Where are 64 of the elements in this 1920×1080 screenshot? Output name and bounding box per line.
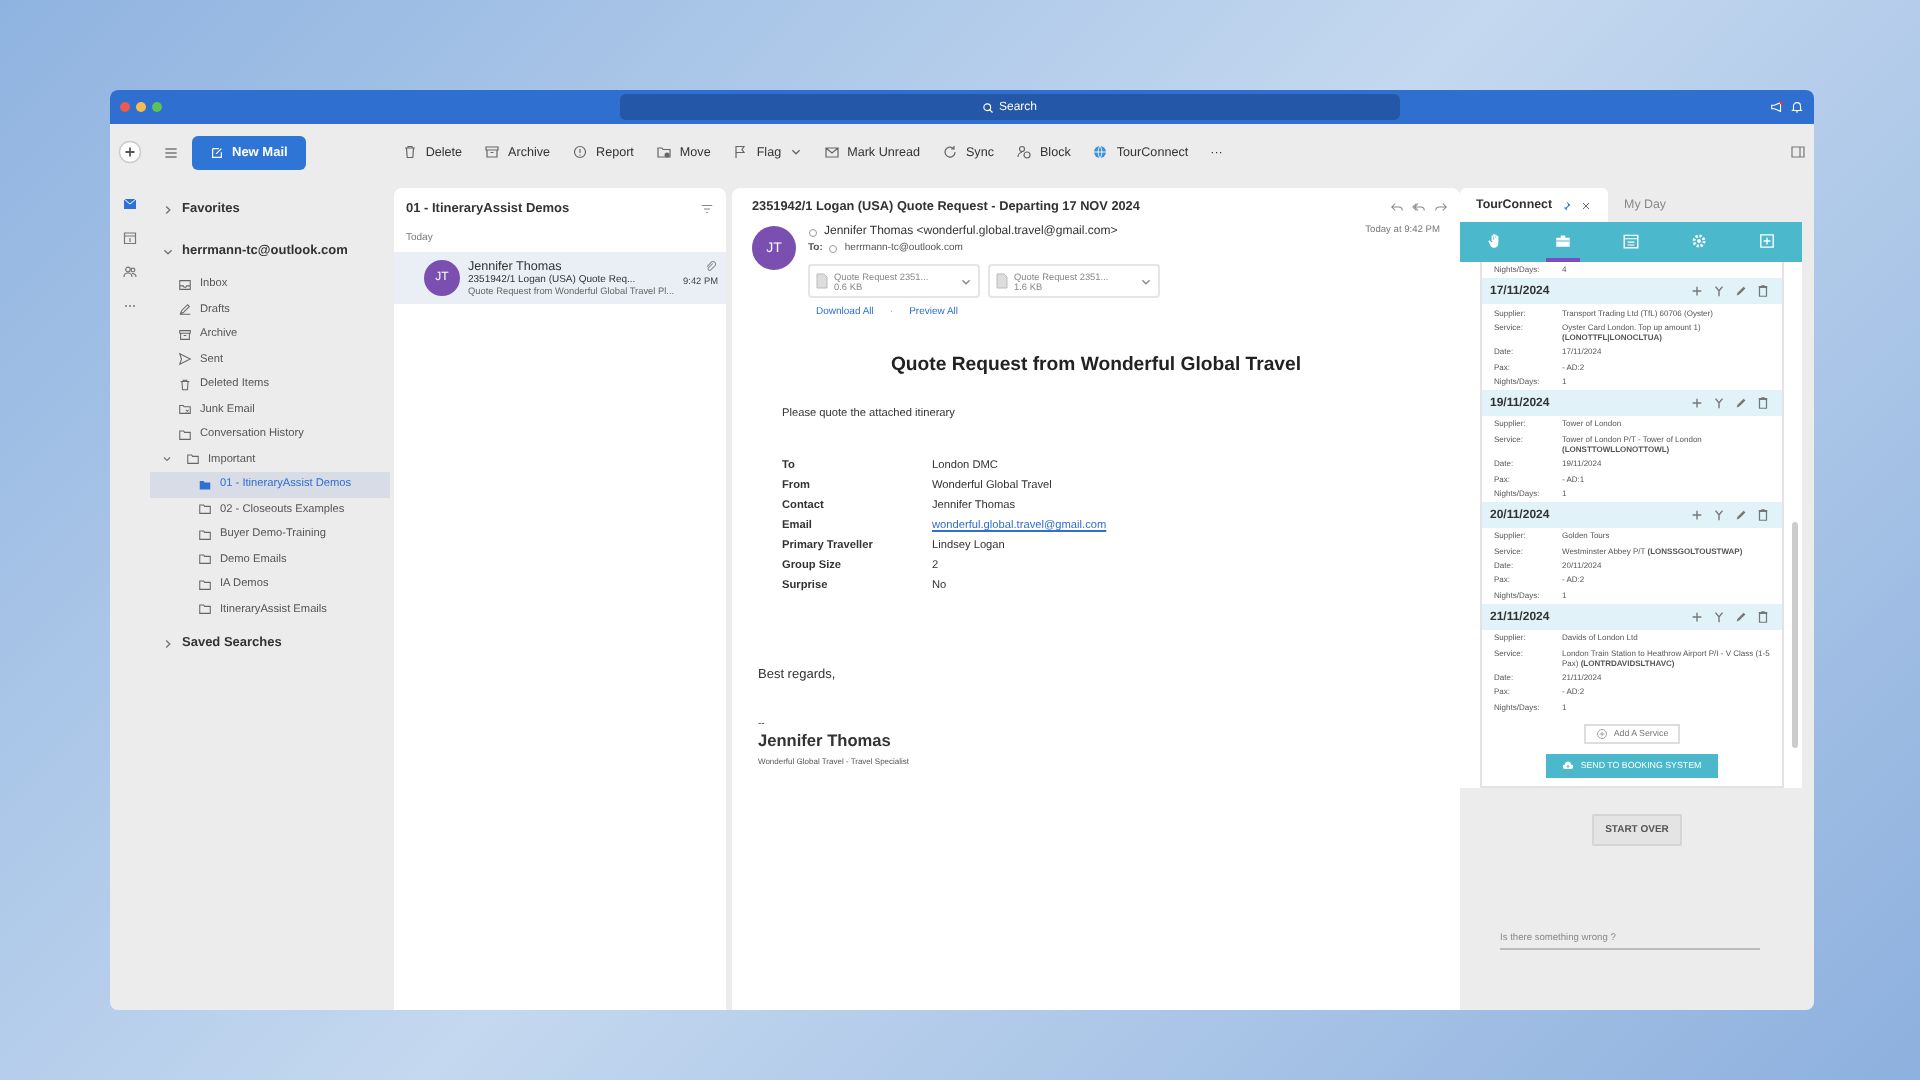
chevron-icon xyxy=(162,203,174,215)
globe-icon xyxy=(1092,144,1109,160)
pencil-icon[interactable] xyxy=(1734,610,1748,624)
signature-name: Jennifer Thomas xyxy=(758,730,893,750)
hand-icon xyxy=(1485,231,1504,249)
chevron-icon xyxy=(162,245,174,257)
branch-icon[interactable] xyxy=(1712,508,1726,523)
trash-icon xyxy=(178,377,192,392)
forward-icon[interactable] xyxy=(1434,200,1448,214)
pencil-icon[interactable] xyxy=(1734,396,1748,411)
people-icon[interactable] xyxy=(122,264,138,280)
reply-icon[interactable] xyxy=(1390,200,1404,214)
email-heading: Quote Request from Wonderful Global Travel xyxy=(888,354,1304,376)
mail-icon[interactable] xyxy=(122,196,138,212)
sync-icon xyxy=(941,144,958,160)
compose-icon xyxy=(210,145,224,159)
pencil-icon[interactable] xyxy=(1734,284,1748,299)
filter-icon[interactable] xyxy=(700,202,714,216)
info-circle-icon xyxy=(572,144,589,160)
search-icon xyxy=(982,101,995,113)
send-icon xyxy=(178,352,192,367)
person-block-icon xyxy=(1015,144,1032,160)
trash-icon xyxy=(401,144,418,160)
close-icon[interactable] xyxy=(1580,199,1593,211)
branch-icon[interactable] xyxy=(1712,396,1726,411)
briefcase-icon xyxy=(1553,231,1572,249)
folder-x-icon xyxy=(178,402,192,417)
chevron-icon xyxy=(162,454,172,465)
flag-icon xyxy=(732,144,749,160)
add-icon[interactable] xyxy=(118,140,142,164)
chevron-icon xyxy=(162,637,174,649)
bell-icon[interactable] xyxy=(1790,100,1804,114)
scrollbar[interactable] xyxy=(1792,522,1798,748)
reply-all-icon[interactable] xyxy=(1412,200,1426,214)
minimize-dot[interactable] xyxy=(136,102,146,112)
trash-icon[interactable] xyxy=(1756,610,1770,624)
status-circle-icon xyxy=(808,227,818,237)
pencil-icon[interactable] xyxy=(1734,508,1748,523)
trash-icon[interactable] xyxy=(1756,508,1770,523)
trash-icon[interactable] xyxy=(1756,396,1770,411)
calendar-icon[interactable] xyxy=(122,230,138,246)
document-icon xyxy=(816,272,828,290)
cloud-upload-icon xyxy=(1562,759,1575,772)
zoom-dot[interactable] xyxy=(152,102,162,112)
pencil-icon xyxy=(178,302,192,317)
caret-icon[interactable] xyxy=(960,275,972,287)
pane-toggle-icon[interactable] xyxy=(1790,144,1806,160)
branch-icon[interactable] xyxy=(1712,284,1726,299)
megaphone-icon[interactable] xyxy=(1770,100,1784,114)
archive-box-icon xyxy=(178,327,192,342)
envelope-icon xyxy=(823,144,840,160)
archive-box-icon xyxy=(484,144,501,160)
close-dot[interactable] xyxy=(120,102,130,112)
document-icon xyxy=(996,272,1008,290)
plus-circle-icon xyxy=(1595,727,1608,740)
caret-icon[interactable] xyxy=(1140,275,1152,287)
menu-icon[interactable] xyxy=(162,143,180,161)
inbox-tray-icon xyxy=(178,277,192,292)
calendar-icon xyxy=(1621,231,1640,249)
plus-box-icon xyxy=(1758,231,1777,249)
settings-icon xyxy=(1690,231,1709,249)
status-circle-icon xyxy=(828,243,839,253)
branch-icon[interactable] xyxy=(1712,610,1726,624)
trash-icon[interactable] xyxy=(1756,284,1770,299)
